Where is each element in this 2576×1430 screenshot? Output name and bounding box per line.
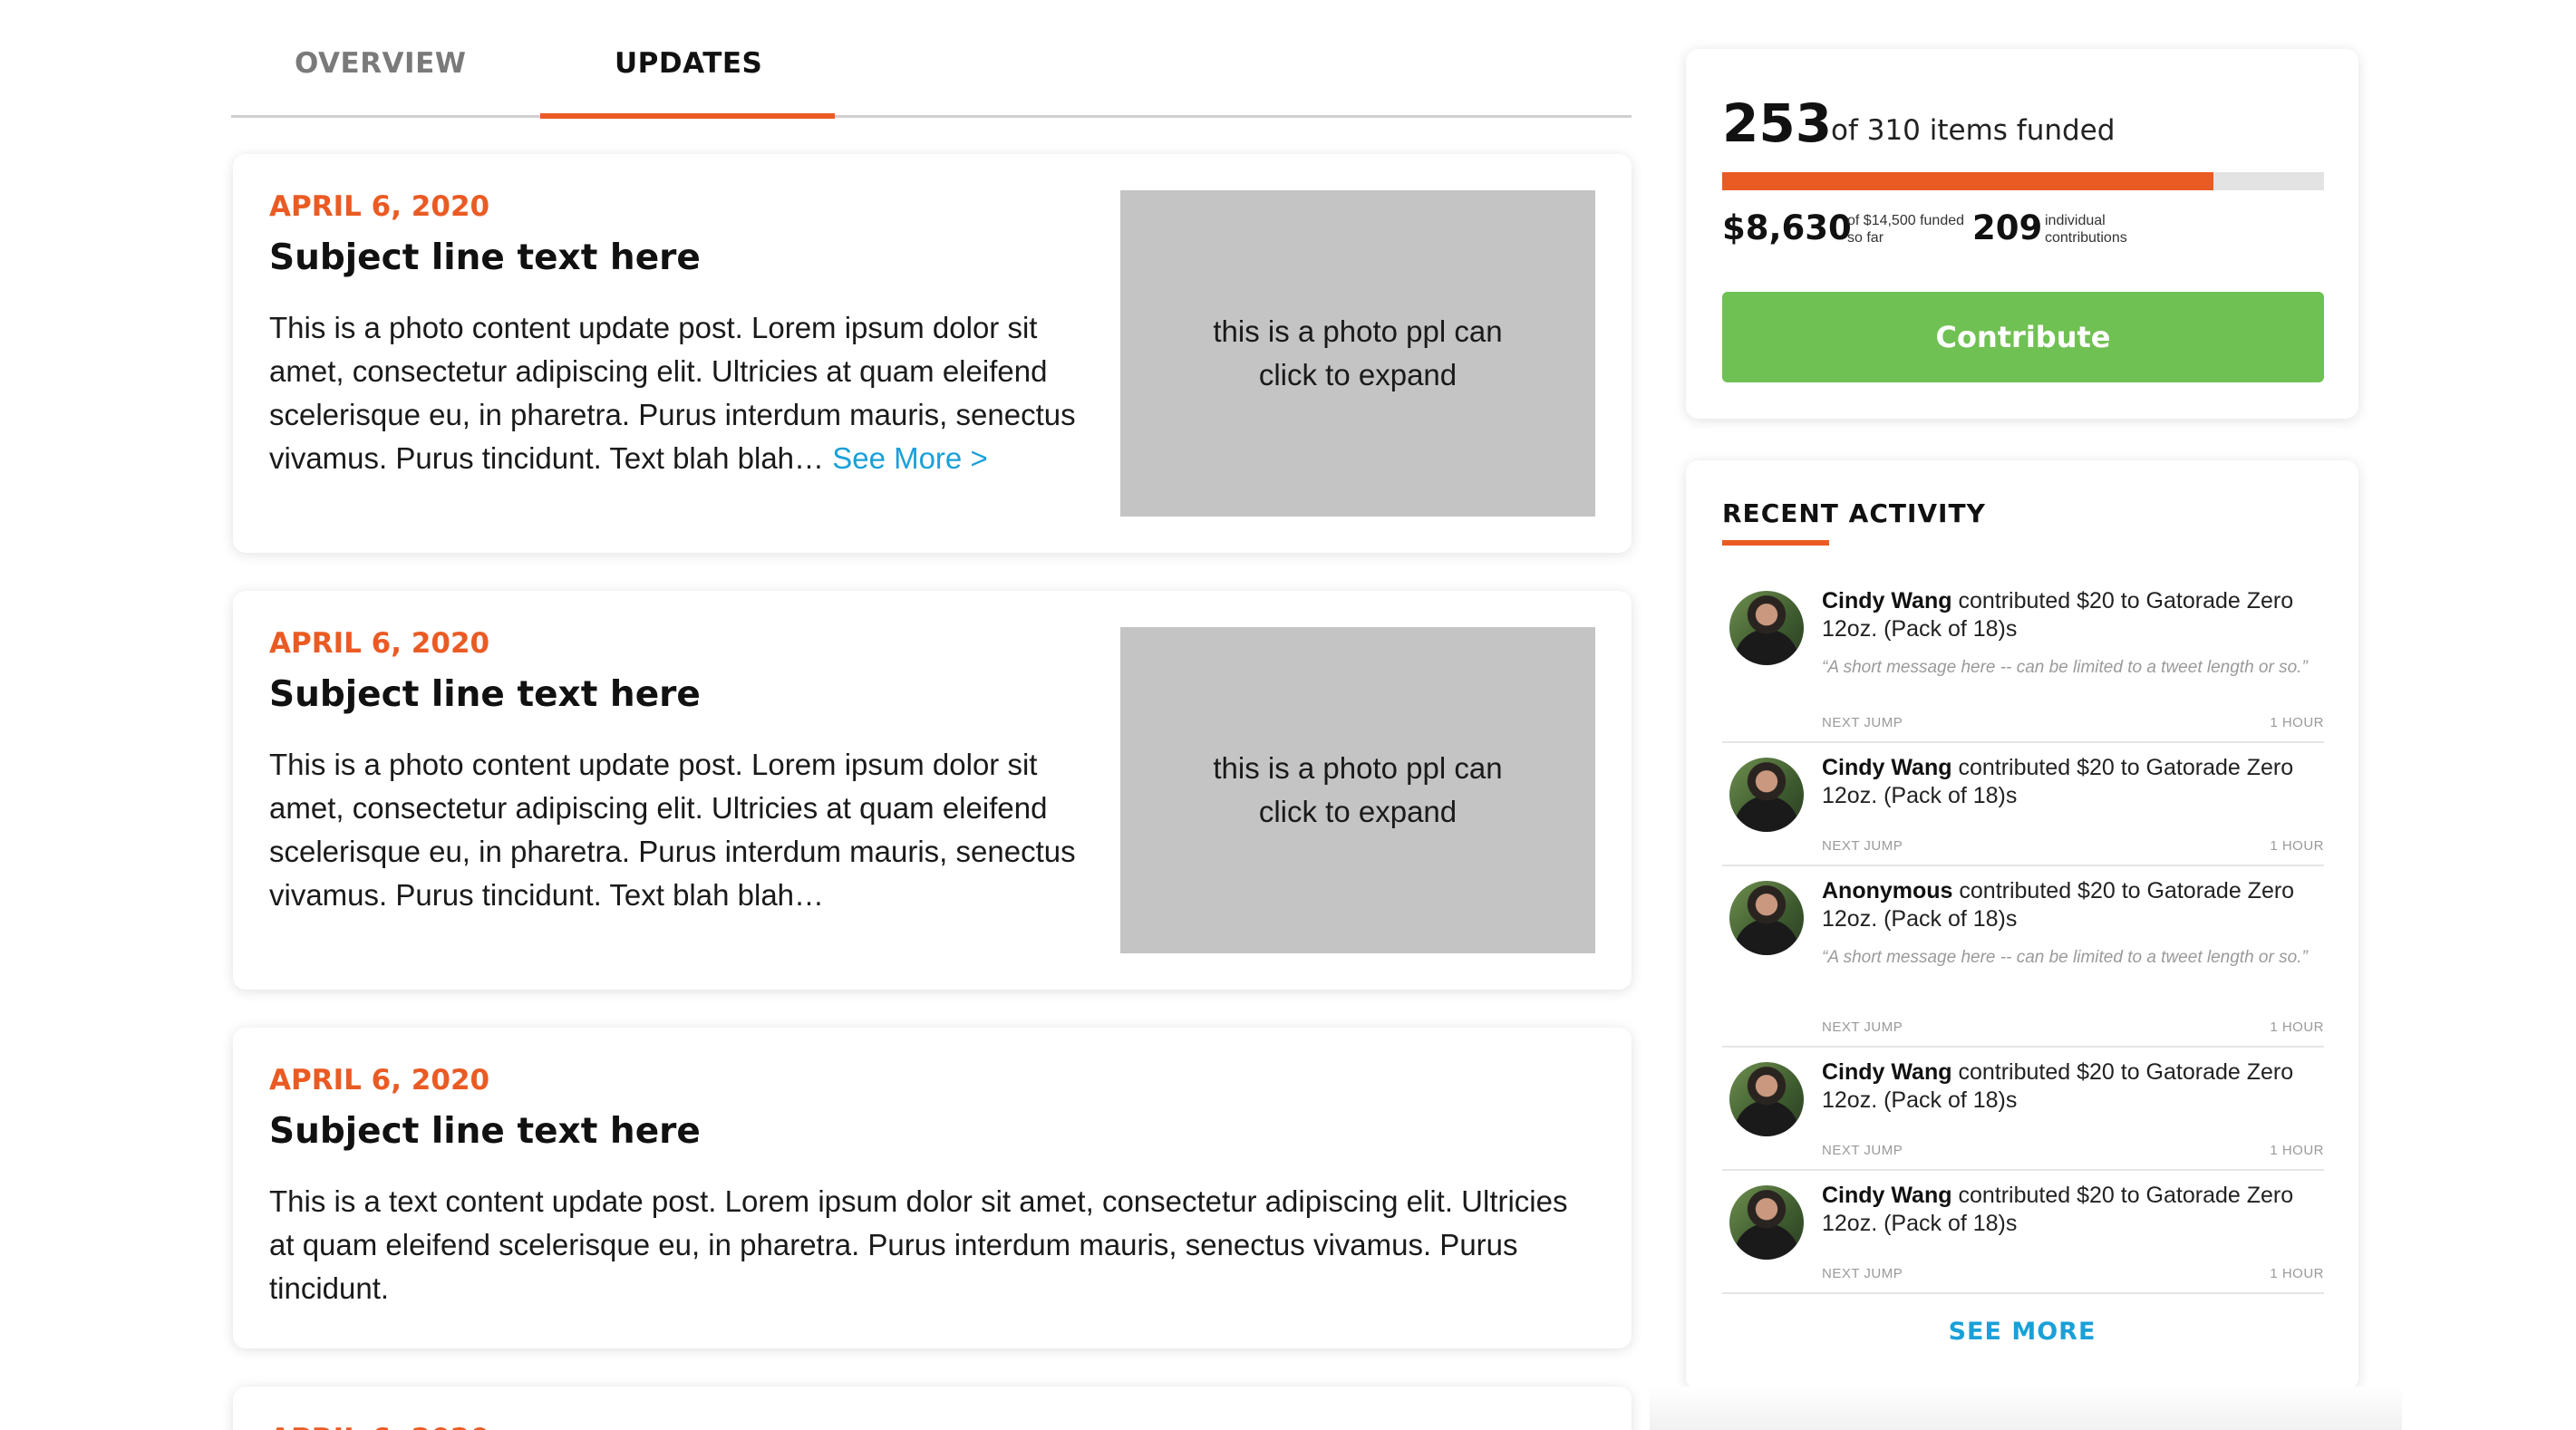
avatar	[1729, 758, 1804, 832]
activity-item: Anonymous contributed $20 to Gatorade Ze…	[1722, 868, 2324, 1048]
update-card: APRIL 6, 2020 Subject line text here Thi…	[233, 154, 1632, 553]
contributor-name: Cindy Wang	[1822, 1059, 1952, 1085]
update-subject: Subject line text here	[269, 674, 701, 715]
recent-activity-title: RECENT ACTIVITY	[1722, 498, 1986, 528]
activity-text: Cindy Wang contributed $20 to Gatorade Z…	[1822, 754, 2311, 810]
update-subject: Subject line text here	[269, 237, 701, 278]
update-date: APRIL 6, 2020	[269, 627, 490, 660]
activity-text: Cindy Wang contributed $20 to Gatorade Z…	[1822, 1058, 2311, 1115]
activity-time: 1 HOUR	[2270, 1143, 2324, 1158]
activity-text: Cindy Wang contributed $20 to Gatorade Z…	[1822, 587, 2311, 643]
amount-raised-caption: of $14,500 funded so far	[1847, 213, 1965, 246]
contributor-name: Cindy Wang	[1822, 588, 1952, 614]
activity-item: Cindy Wang contributed $20 to Gatorade Z…	[1722, 1173, 2324, 1294]
page: OVERVIEW UPDATES APRIL 6, 2020 Subject l…	[0, 0, 2576, 1430]
items-funded-label: of 310 items funded	[1831, 114, 2116, 147]
photo-caption: this is a photo ppl can click to expand	[1213, 751, 1503, 828]
activity-message: “A short message here -- can be limited …	[1822, 948, 2308, 967]
activity-time: 1 HOUR	[2270, 1266, 2324, 1281]
avatar	[1729, 1062, 1804, 1136]
update-card: APRIL 6, 2020 Subject line text here Thi…	[233, 1028, 1632, 1348]
funding-progress-fill	[1722, 172, 2213, 190]
update-body: This is a photo content update post. Lor…	[269, 306, 1089, 480]
update-photo[interactable]: this is a photo ppl can click to expand	[1120, 627, 1595, 953]
update-body: This is a text content update post. Lore…	[269, 1184, 1568, 1305]
items-funded-count: 253	[1722, 92, 1833, 154]
recent-activity-underline	[1722, 540, 1829, 546]
funding-card: 253 of 310 items funded $8,630 of $14,50…	[1686, 49, 2358, 419]
contributor-name: Cindy Wang	[1822, 1183, 1952, 1208]
funding-progress-bar	[1722, 172, 2324, 190]
activity-item: Cindy Wang contributed $20 to Gatorade Z…	[1722, 745, 2324, 866]
avatar	[1729, 591, 1804, 665]
activity-time: 1 HOUR	[2270, 715, 2324, 730]
tab-updates[interactable]: UPDATES	[615, 47, 762, 80]
update-date: APRIL 6, 2020	[269, 1423, 489, 1430]
contribute-button[interactable]: Contribute	[1722, 292, 2324, 382]
update-card: APRIL 6, 2020 Subject line text here Thi…	[233, 591, 1632, 990]
activity-text: Cindy Wang contributed $20 to Gatorade Z…	[1822, 1182, 2311, 1238]
contributor-name: Anonymous	[1822, 878, 1953, 903]
recent-activity-card: RECENT ACTIVITY Cindy Wang contributed $…	[1686, 460, 2358, 1390]
amount-raised: $8,630	[1722, 208, 1852, 247]
contributions-caption: individual contributions	[2045, 213, 2127, 246]
update-date: APRIL 6, 2020	[269, 190, 490, 223]
contributor-name: Cindy Wang	[1822, 755, 1952, 780]
activity-time: 1 HOUR	[2270, 1019, 2324, 1035]
activity-source: NEXT JUMP	[1822, 838, 1903, 854]
update-subject: Subject line text here	[269, 1111, 701, 1152]
activity-source: NEXT JUMP	[1822, 1143, 1903, 1158]
activity-source: NEXT JUMP	[1822, 1266, 1903, 1281]
activity-item: Cindy Wang contributed $20 to Gatorade Z…	[1722, 1049, 2324, 1171]
bottom-fade	[1650, 1387, 2402, 1430]
avatar	[1729, 1185, 1804, 1260]
tab-overview[interactable]: OVERVIEW	[295, 47, 466, 80]
activity-message: “A short message here -- can be limited …	[1822, 658, 2308, 677]
activity-time: 1 HOUR	[2270, 838, 2324, 854]
update-body: This is a photo content update post. Lor…	[269, 748, 1076, 912]
photo-caption: this is a photo ppl can click to expand	[1213, 314, 1503, 391]
activity-source: NEXT JUMP	[1822, 1019, 1903, 1035]
avatar	[1729, 881, 1804, 955]
activity-source: NEXT JUMP	[1822, 715, 1903, 730]
update-photo[interactable]: this is a photo ppl can click to expand	[1120, 190, 1595, 517]
see-more-link[interactable]: See More >	[832, 441, 988, 475]
update-card: APRIL 6, 2020	[233, 1387, 1632, 1430]
activity-item: Cindy Wang contributed $20 to Gatorade Z…	[1722, 578, 2324, 743]
update-date: APRIL 6, 2020	[269, 1064, 490, 1097]
tab-bar: OVERVIEW UPDATES	[231, 0, 1632, 119]
contributions-count: 209	[1972, 208, 2043, 247]
active-tab-indicator	[540, 113, 835, 119]
see-more-activity-button[interactable]: SEE MORE	[1686, 1318, 2358, 1346]
activity-text: Anonymous contributed $20 to Gatorade Ze…	[1822, 877, 2311, 933]
